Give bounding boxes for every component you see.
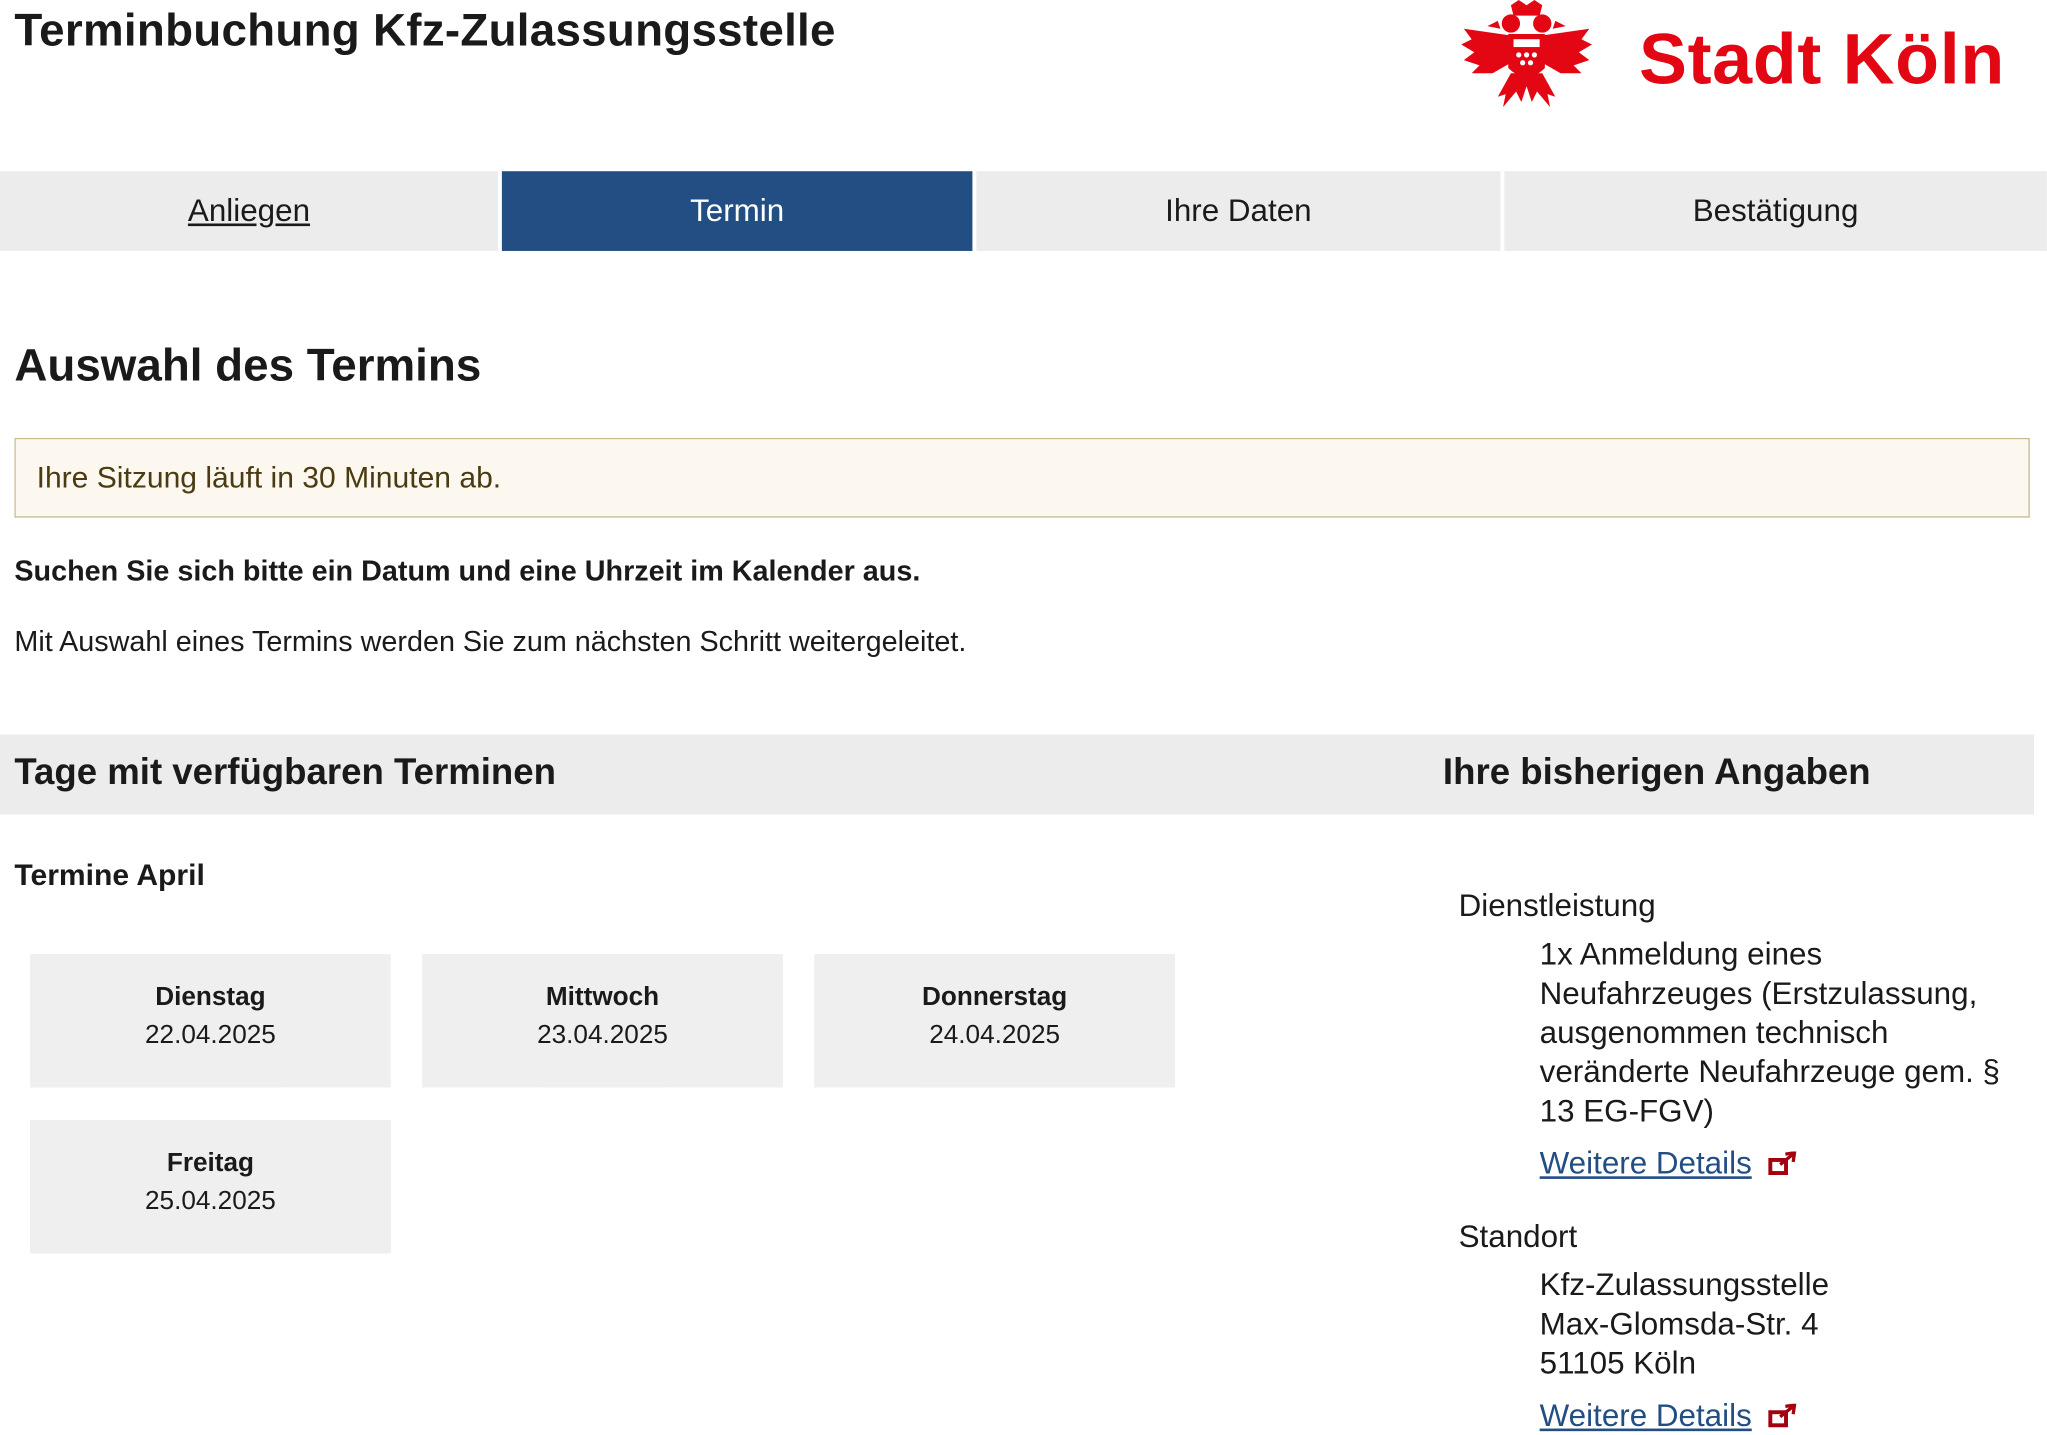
month-title: Termine April <box>14 857 205 892</box>
step-anliegen[interactable]: Anliegen <box>0 171 498 251</box>
step-label: Termin <box>690 192 785 229</box>
header: Terminbuchung Kfz-Zulassungsstelle Stadt… <box>0 0 2047 171</box>
koeln-eagle-coat-of-arms-icon <box>1461 0 1592 108</box>
day-date: 25.04.2025 <box>144 1186 276 1216</box>
session-notice-text: Ihre Sitzung läuft in 30 Minuten ab. <box>36 460 502 495</box>
location-label: Standort <box>1458 1219 1578 1255</box>
day-weekday: Donnerstag <box>922 982 1068 1012</box>
available-days-heading: Tage mit verfügbaren Terminen <box>14 751 556 793</box>
logo-text: Stadt Köln <box>1638 17 2005 99</box>
location-street: Max-Glomsda-Str. 4 <box>1539 1307 1819 1343</box>
instruction-heading: Suchen Sie sich bitte ein Datum und eine… <box>14 554 921 587</box>
location-name: Kfz-Zulassungsstelle <box>1539 1267 1830 1304</box>
step-bestaetigung: Bestätigung <box>1504 171 2047 251</box>
step-label: Anliegen <box>187 192 311 229</box>
link-text: Weitere Details <box>1539 1146 1752 1182</box>
step-label: Ihre Daten <box>1165 192 1312 229</box>
summary-heading: Ihre bisherigen Angaben <box>1442 751 1871 793</box>
day-card-mittwoch[interactable]: Mittwoch 23.04.2025 <box>422 954 783 1088</box>
session-notice: Ihre Sitzung läuft in 30 Minuten ab. <box>14 437 2030 518</box>
step-navigation: Anliegen Termin Ihre Daten Bestätigung <box>0 171 2047 251</box>
day-card-freitag[interactable]: Freitag 25.04.2025 <box>30 1120 391 1254</box>
step-label: Bestätigung <box>1692 192 1859 229</box>
service-details-link[interactable]: Weitere Details <box>1540 1146 1799 1183</box>
page: Terminbuchung Kfz-Zulassungsstelle Stadt… <box>0 0 2047 1434</box>
instruction-text: Mit Auswahl eines Termins werden Sie zum… <box>14 624 967 658</box>
day-weekday: Freitag <box>166 1148 255 1178</box>
day-weekday: Mittwoch <box>545 982 660 1012</box>
day-card-donnerstag[interactable]: Donnerstag 24.04.2025 <box>814 954 1175 1088</box>
external-link-icon <box>1768 1151 1797 1175</box>
location-city: 51105 Köln <box>1539 1346 1697 1382</box>
step-ihre-daten: Ihre Daten <box>976 171 1501 251</box>
external-link-icon <box>1768 1403 1797 1428</box>
app-title: Terminbuchung Kfz-Zulassungsstelle <box>14 5 836 57</box>
day-weekday: Dienstag <box>155 982 266 1012</box>
day-date: 22.04.2025 <box>144 1020 276 1050</box>
step-termin: Termin <box>501 171 973 251</box>
page-title: Auswahl des Termins <box>14 339 482 391</box>
day-date: 24.04.2025 <box>929 1020 1061 1050</box>
service-label: Dienstleistung <box>1458 888 1656 925</box>
day-card-dienstag[interactable]: Dienstag 22.04.2025 <box>30 954 391 1088</box>
stadt-koeln-logo[interactable]: Stadt Köln <box>1459 0 2005 112</box>
service-description: 1x Anmeldung eines Neufahrzeuges (Erstzu… <box>1539 937 2000 1130</box>
day-date: 23.04.2025 <box>537 1020 668 1050</box>
location-address: Kfz-Zulassungsstelle Max-Glomsda-Str. 4 … <box>1540 1266 2011 1384</box>
